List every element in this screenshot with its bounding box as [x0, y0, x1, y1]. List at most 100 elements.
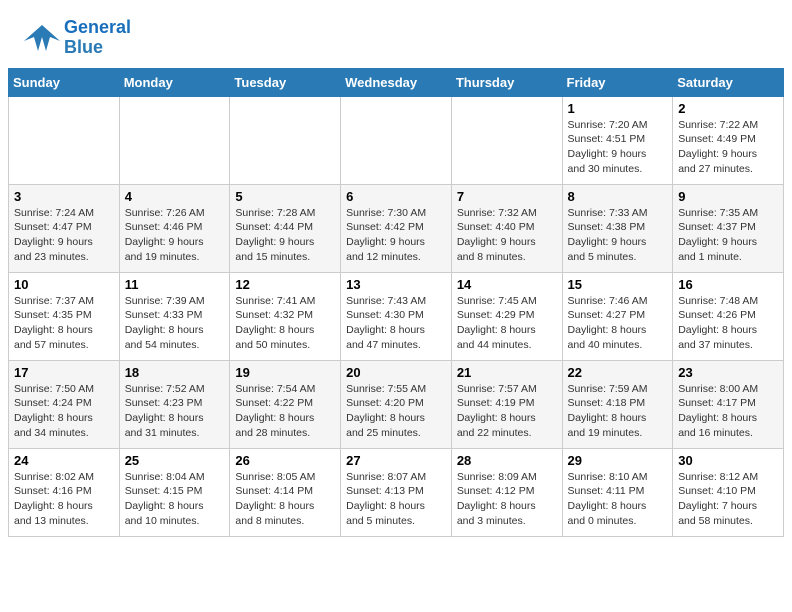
calendar-cell: 17Sunrise: 7:50 AM Sunset: 4:24 PM Dayli… — [9, 360, 120, 448]
day-number: 18 — [125, 365, 225, 380]
day-info: Sunrise: 7:28 AM Sunset: 4:44 PM Dayligh… — [235, 206, 335, 265]
day-number: 28 — [457, 453, 557, 468]
calendar-cell: 25 Sunrise: 8:04 AM Sunset: 4:15 PM Dayli… — [119, 448, 230, 536]
calendar-cell: 13 Sunrise: 7:43 AM Sunset: 4:30 PM Dayli… — [341, 272, 452, 360]
calendar-cell: 20 Sunrise: 7:55 AM Sunset: 4:20 PM Dayli… — [341, 360, 452, 448]
day-info: Sunrise: 8:07 AM Sunset: 4:13 PM Dayligh… — [346, 470, 446, 529]
logo: General Blue — [24, 18, 131, 58]
day-info: Sunrise: 7:48 AM Sunset: 4:26 PM Dayligh… — [678, 294, 778, 353]
day-info: Sunrise: 7:41 AM Sunset: 4:32 PM Dayligh… — [235, 294, 335, 353]
calendar-cell: 9Sunrise: 7:35 AM Sunset: 4:37 PM Daylig… — [673, 184, 784, 272]
weekday-header-monday: Monday — [119, 68, 230, 96]
day-info: Sunrise: 7:24 AM Sunset: 4:47 PM Dayligh… — [14, 206, 114, 265]
calendar-cell: 5 Sunrise: 7:28 AM Sunset: 4:44 PM Daylig… — [230, 184, 341, 272]
day-info: Sunrise: 7:22 AM Sunset: 4:49 PM Dayligh… — [678, 118, 778, 177]
calendar-cell — [341, 96, 452, 184]
calendar-cell: 11 Sunrise: 7:39 AM Sunset: 4:33 PM Dayli… — [119, 272, 230, 360]
day-info: Sunrise: 7:32 AM Sunset: 4:40 PM Dayligh… — [457, 206, 557, 265]
calendar-cell: 12 Sunrise: 7:41 AM Sunset: 4:32 PM Dayli… — [230, 272, 341, 360]
day-number: 24 — [14, 453, 114, 468]
day-info: Sunrise: 8:05 AM Sunset: 4:14 PM Dayligh… — [235, 470, 335, 529]
calendar-cell: 23 Sunrise: 8:00 AM Sunset: 4:17 PM Dayli… — [673, 360, 784, 448]
calendar-cell: 24 Sunrise: 8:02 AM Sunset: 4:16 PM Dayli… — [9, 448, 120, 536]
day-number: 26 — [235, 453, 335, 468]
weekday-header-tuesday: Tuesday — [230, 68, 341, 96]
calendar-cell: 10 Sunrise: 7:37 AM Sunset: 4:35 PM Dayli… — [9, 272, 120, 360]
calendar-cell: 6Sunrise: 7:30 AM Sunset: 4:42 PM Daylig… — [341, 184, 452, 272]
day-info: Sunrise: 7:43 AM Sunset: 4:30 PM Dayligh… — [346, 294, 446, 353]
calendar-table: SundayMondayTuesdayWednesdayThursdayFrid… — [8, 68, 784, 537]
header: General Blue — [0, 0, 792, 68]
calendar-cell: 8Sunrise: 7:33 AM Sunset: 4:38 PM Daylig… — [562, 184, 673, 272]
calendar-cell: 1 Sunrise: 7:20 AM Sunset: 4:51 PM Daylig… — [562, 96, 673, 184]
day-number: 11 — [125, 277, 225, 292]
day-info: Sunrise: 7:20 AM Sunset: 4:51 PM Dayligh… — [568, 118, 668, 177]
calendar-cell: 26 Sunrise: 8:05 AM Sunset: 4:14 PM Dayli… — [230, 448, 341, 536]
day-number: 5 — [235, 189, 335, 204]
day-info: Sunrise: 7:57 AM Sunset: 4:19 PM Dayligh… — [457, 382, 557, 441]
day-info: Sunrise: 8:00 AM Sunset: 4:17 PM Dayligh… — [678, 382, 778, 441]
logo-text: General Blue — [64, 18, 131, 58]
calendar-cell: 27 Sunrise: 8:07 AM Sunset: 4:13 PM Dayli… — [341, 448, 452, 536]
day-info: Sunrise: 7:59 AM Sunset: 4:18 PM Dayligh… — [568, 382, 668, 441]
day-number: 21 — [457, 365, 557, 380]
calendar-cell: 21 Sunrise: 7:57 AM Sunset: 4:19 PM Dayli… — [451, 360, 562, 448]
day-number: 25 — [125, 453, 225, 468]
weekday-header-friday: Friday — [562, 68, 673, 96]
weekday-header-saturday: Saturday — [673, 68, 784, 96]
day-number: 17 — [14, 365, 114, 380]
calendar-cell: 30 Sunrise: 8:12 AM Sunset: 4:10 PM Dayli… — [673, 448, 784, 536]
day-number: 2 — [678, 101, 778, 116]
calendar-cell: 15 Sunrise: 7:46 AM Sunset: 4:27 PM Dayli… — [562, 272, 673, 360]
day-info: Sunrise: 7:46 AM Sunset: 4:27 PM Dayligh… — [568, 294, 668, 353]
calendar-cell: 14Sunrise: 7:45 AM Sunset: 4:29 PM Dayli… — [451, 272, 562, 360]
day-number: 7 — [457, 189, 557, 204]
calendar-cell — [451, 96, 562, 184]
day-number: 1 — [568, 101, 668, 116]
day-info: Sunrise: 7:52 AM Sunset: 4:23 PM Dayligh… — [125, 382, 225, 441]
day-info: Sunrise: 8:09 AM Sunset: 4:12 PM Dayligh… — [457, 470, 557, 529]
day-info: Sunrise: 7:54 AM Sunset: 4:22 PM Dayligh… — [235, 382, 335, 441]
calendar-cell: 7 Sunrise: 7:32 AM Sunset: 4:40 PM Daylig… — [451, 184, 562, 272]
day-number: 13 — [346, 277, 446, 292]
day-info: Sunrise: 7:39 AM Sunset: 4:33 PM Dayligh… — [125, 294, 225, 353]
day-info: Sunrise: 7:45 AM Sunset: 4:29 PM Dayligh… — [457, 294, 557, 353]
day-number: 15 — [568, 277, 668, 292]
calendar-cell: 16 Sunrise: 7:48 AM Sunset: 4:26 PM Dayli… — [673, 272, 784, 360]
day-number: 23 — [678, 365, 778, 380]
day-info: Sunrise: 7:30 AM Sunset: 4:42 PM Dayligh… — [346, 206, 446, 265]
day-number: 20 — [346, 365, 446, 380]
weekday-header-sunday: Sunday — [9, 68, 120, 96]
day-info: Sunrise: 8:12 AM Sunset: 4:10 PM Dayligh… — [678, 470, 778, 529]
day-number: 10 — [14, 277, 114, 292]
weekday-header-wednesday: Wednesday — [341, 68, 452, 96]
weekday-header-thursday: Thursday — [451, 68, 562, 96]
day-number: 12 — [235, 277, 335, 292]
logo-icon — [24, 23, 60, 53]
calendar-cell — [119, 96, 230, 184]
calendar-cell — [9, 96, 120, 184]
day-number: 16 — [678, 277, 778, 292]
day-info: Sunrise: 7:37 AM Sunset: 4:35 PM Dayligh… — [14, 294, 114, 353]
day-number: 19 — [235, 365, 335, 380]
day-number: 27 — [346, 453, 446, 468]
calendar-cell: 22Sunrise: 7:59 AM Sunset: 4:18 PM Dayli… — [562, 360, 673, 448]
day-number: 3 — [14, 189, 114, 204]
day-info: Sunrise: 8:10 AM Sunset: 4:11 PM Dayligh… — [568, 470, 668, 529]
day-info: Sunrise: 7:55 AM Sunset: 4:20 PM Dayligh… — [346, 382, 446, 441]
day-info: Sunrise: 8:02 AM Sunset: 4:16 PM Dayligh… — [14, 470, 114, 529]
calendar-cell: 18 Sunrise: 7:52 AM Sunset: 4:23 PM Dayli… — [119, 360, 230, 448]
calendar-cell: 19 Sunrise: 7:54 AM Sunset: 4:22 PM Dayli… — [230, 360, 341, 448]
day-number: 9 — [678, 189, 778, 204]
day-number: 4 — [125, 189, 225, 204]
calendar-cell: 3 Sunrise: 7:24 AM Sunset: 4:47 PM Daylig… — [9, 184, 120, 272]
calendar-cell: 2 Sunrise: 7:22 AM Sunset: 4:49 PM Daylig… — [673, 96, 784, 184]
calendar-cell — [230, 96, 341, 184]
day-number: 8 — [568, 189, 668, 204]
day-info: Sunrise: 8:04 AM Sunset: 4:15 PM Dayligh… — [125, 470, 225, 529]
calendar-cell: 4 Sunrise: 7:26 AM Sunset: 4:46 PM Daylig… — [119, 184, 230, 272]
day-info: Sunrise: 7:26 AM Sunset: 4:46 PM Dayligh… — [125, 206, 225, 265]
day-number: 30 — [678, 453, 778, 468]
calendar-cell: 29Sunrise: 8:10 AM Sunset: 4:11 PM Dayli… — [562, 448, 673, 536]
calendar-cell: 28 Sunrise: 8:09 AM Sunset: 4:12 PM Dayli… — [451, 448, 562, 536]
